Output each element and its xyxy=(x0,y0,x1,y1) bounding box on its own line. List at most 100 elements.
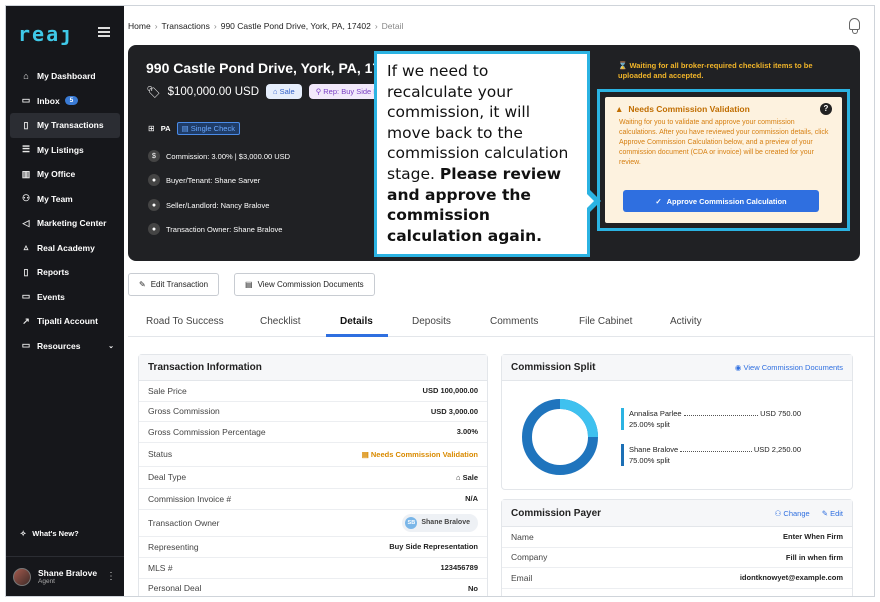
commission-row: $ Commission: 3.00% | $3,000.00 USD xyxy=(148,150,290,162)
sidebar-item-office[interactable]: ▥ My Office xyxy=(6,162,124,187)
resources-icon: ▭ xyxy=(21,340,31,351)
sidebar-item-events[interactable]: ▭ Events xyxy=(6,285,124,310)
sidebar-item-transactions[interactable]: ▯ My Transactions xyxy=(10,113,120,138)
validation-body: Waiting for you to validate and approve … xyxy=(619,119,829,166)
sidebar-item-label: Inbox xyxy=(37,95,60,106)
edit-transaction-button[interactable]: ✎ Edit Transaction xyxy=(128,273,220,296)
sidebar-item-resources[interactable]: ▭ Resources ⌄ xyxy=(6,334,124,359)
external-link-icon: ↗ xyxy=(22,315,30,326)
inbox-count-badge: 5 xyxy=(64,96,79,106)
table-row: Transaction Owner SB Shane Bralove xyxy=(139,510,487,537)
sparkle-icon: ✧ xyxy=(20,529,27,538)
table-row: Name Enter When Firm xyxy=(502,527,852,548)
tab-road-to-success[interactable]: Road To Success xyxy=(146,316,224,327)
tab-comments[interactable]: Comments xyxy=(490,316,538,327)
tab-file-cabinet[interactable]: File Cabinet xyxy=(579,316,632,327)
warning-icon: ▲ xyxy=(615,104,624,114)
kebab-menu-icon[interactable]: ⋮ xyxy=(106,571,116,582)
change-payer-button[interactable]: ⚇ Change xyxy=(775,509,810,518)
tab-deposits[interactable]: Deposits xyxy=(412,316,451,327)
team-icon: ⚇ xyxy=(21,193,31,204)
panel-header: Commission Payer ⚇ Change ✎ Edit xyxy=(502,500,852,527)
user-menu[interactable]: Shane Bralove Agent ⋮ xyxy=(6,556,124,596)
table-row: MLS #123456789 xyxy=(139,558,487,579)
panel-header: Commission Split ◉ View Commission Docum… xyxy=(502,355,852,381)
buyer-text: Buyer/Tenant: Shane Sarver xyxy=(166,175,261,185)
sidebar-item-label: My Team xyxy=(37,193,73,204)
breadcrumb-home[interactable]: Home xyxy=(128,21,151,31)
office-icon: ▥ xyxy=(21,168,31,179)
avatar: SB xyxy=(405,516,418,529)
view-commission-documents-link[interactable]: ◉ View Commission Documents xyxy=(735,363,843,372)
table-row: Company Fill in when firm xyxy=(502,548,852,568)
chevron-down-icon: ⌄ xyxy=(108,342,114,350)
panel-title: Transaction Information xyxy=(139,355,487,381)
notification-bell-icon[interactable] xyxy=(849,18,860,34)
state-row: ⊞ PA ▤ Single Check xyxy=(148,122,240,135)
breadcrumb-separator-icon: › xyxy=(213,21,217,31)
breadcrumb-current: Detail xyxy=(381,21,404,31)
sidebar-item-inbox[interactable]: ▭ Inbox 5 xyxy=(6,89,124,114)
sidebar-item-label: My Office xyxy=(37,169,76,180)
owner-chip[interactable]: SB Shane Bralove xyxy=(402,513,478,532)
sidebar-item-label: Reports xyxy=(37,267,70,278)
user-name: Shane Bralove xyxy=(38,568,98,578)
table-row: Email idontknowyet@example.com xyxy=(502,568,852,589)
breadcrumb-separator-icon: › xyxy=(154,21,158,31)
pencil-icon: ✎ xyxy=(821,508,831,518)
page-title: 990 Castle Pond Drive, York, PA, 17402 xyxy=(146,60,404,76)
edit-payer-button[interactable]: ✎ Edit xyxy=(822,509,843,518)
split-item: Shane Bralove USD 2,250.00 75.00% split xyxy=(621,444,801,466)
person-icon: ● xyxy=(148,223,160,235)
owner-text: Transaction Owner: Shane Bralove xyxy=(166,224,283,234)
panel-title: Commission Split xyxy=(511,362,596,373)
approve-commission-button[interactable]: ✓ Approve Commission Calculation xyxy=(623,190,819,212)
commission-split-donut xyxy=(522,399,598,475)
commission-validation-panel: ▲ Needs Commission Validation ? Waiting f… xyxy=(605,97,842,223)
tab-checklist[interactable]: Checklist xyxy=(260,316,301,327)
sidebar-nav: ⌂ My Dashboard ▭ Inbox 5 ▯ My Transactions ☰… xyxy=(6,64,124,358)
view-commission-documents-button[interactable]: ▤ View Commission Documents xyxy=(234,273,375,296)
sidebar-item-dashboard[interactable]: ⌂ My Dashboard xyxy=(6,64,124,89)
state-value: PA xyxy=(160,124,171,133)
price-row: 🏷 $100,000.00 USD ⌂ Sale ⚲ Rep: Buy Side… xyxy=(146,84,386,99)
collapse-sidebar-icon[interactable] xyxy=(98,27,110,37)
sidebar-item-marketing[interactable]: ◁ Marketing Center xyxy=(6,211,124,236)
checkmark-icon: ✓ xyxy=(655,196,662,206)
sidebar-item-listings[interactable]: ☰ My Listings xyxy=(6,138,124,163)
house-icon: ⌂ xyxy=(455,472,463,482)
tab-activity[interactable]: Activity xyxy=(670,316,702,327)
table-row: Personal Deal No xyxy=(139,579,487,597)
seller-row: ● Seller/Landlord: Nancy Bralove xyxy=(148,199,269,211)
sidebar-item-label: My Dashboard xyxy=(37,71,96,82)
panel-title: Commission Payer xyxy=(511,507,602,519)
breadcrumb-address[interactable]: 990 Castle Pond Drive, York, PA, 17402 xyxy=(221,21,371,31)
tab-details[interactable]: Details xyxy=(340,316,373,327)
price-tag-icon: 🏷 xyxy=(146,86,161,99)
help-icon[interactable]: ? xyxy=(820,103,832,115)
sidebar-item-team[interactable]: ⚇ My Team xyxy=(6,187,124,212)
sidebar-item-tipalti[interactable]: ↗ Tipalti Account xyxy=(6,309,124,334)
payer-actions: ⚇ Change ✎ Edit xyxy=(775,509,843,518)
sidebar-item-label: Tipalti Account xyxy=(37,316,98,327)
checklist-warning: ⌛ Waiting for all broker-required checkl… xyxy=(618,61,813,80)
sidebar-item-label: Resources xyxy=(37,340,81,351)
sidebar-item-reports[interactable]: ▯ Reports xyxy=(6,260,124,285)
hourglass-icon: ⌛ xyxy=(618,61,630,70)
whats-new-link[interactable]: ✧ What's New? xyxy=(20,529,79,538)
home-icon: ⌂ xyxy=(23,71,29,82)
inbox-icon: ▭ xyxy=(21,95,31,106)
table-row: Sale Price USD 100,000.00 xyxy=(139,381,487,402)
person-icon: ● xyxy=(148,199,160,211)
commission-payer-panel: Commission Payer ⚇ Change ✎ Edit Name Ent… xyxy=(501,499,853,596)
eye-icon: ◉ xyxy=(734,363,744,372)
deal-type-badge: ⌂ Sale xyxy=(266,84,302,99)
validation-title: ▲ Needs Commission Validation xyxy=(615,104,750,114)
single-check-badge: ▤ Single Check xyxy=(176,122,240,135)
deal-type-value: ⌂ Sale xyxy=(455,472,478,482)
sidebar-item-academy[interactable]: ▵ Real Academy xyxy=(6,236,124,261)
calendar-icon: ▭ xyxy=(21,291,31,302)
sidebar-item-label: Marketing Center xyxy=(37,218,107,229)
breadcrumb-transactions[interactable]: Transactions xyxy=(162,21,210,31)
table-row: Status ▤ Needs Commission Validation xyxy=(139,443,487,467)
